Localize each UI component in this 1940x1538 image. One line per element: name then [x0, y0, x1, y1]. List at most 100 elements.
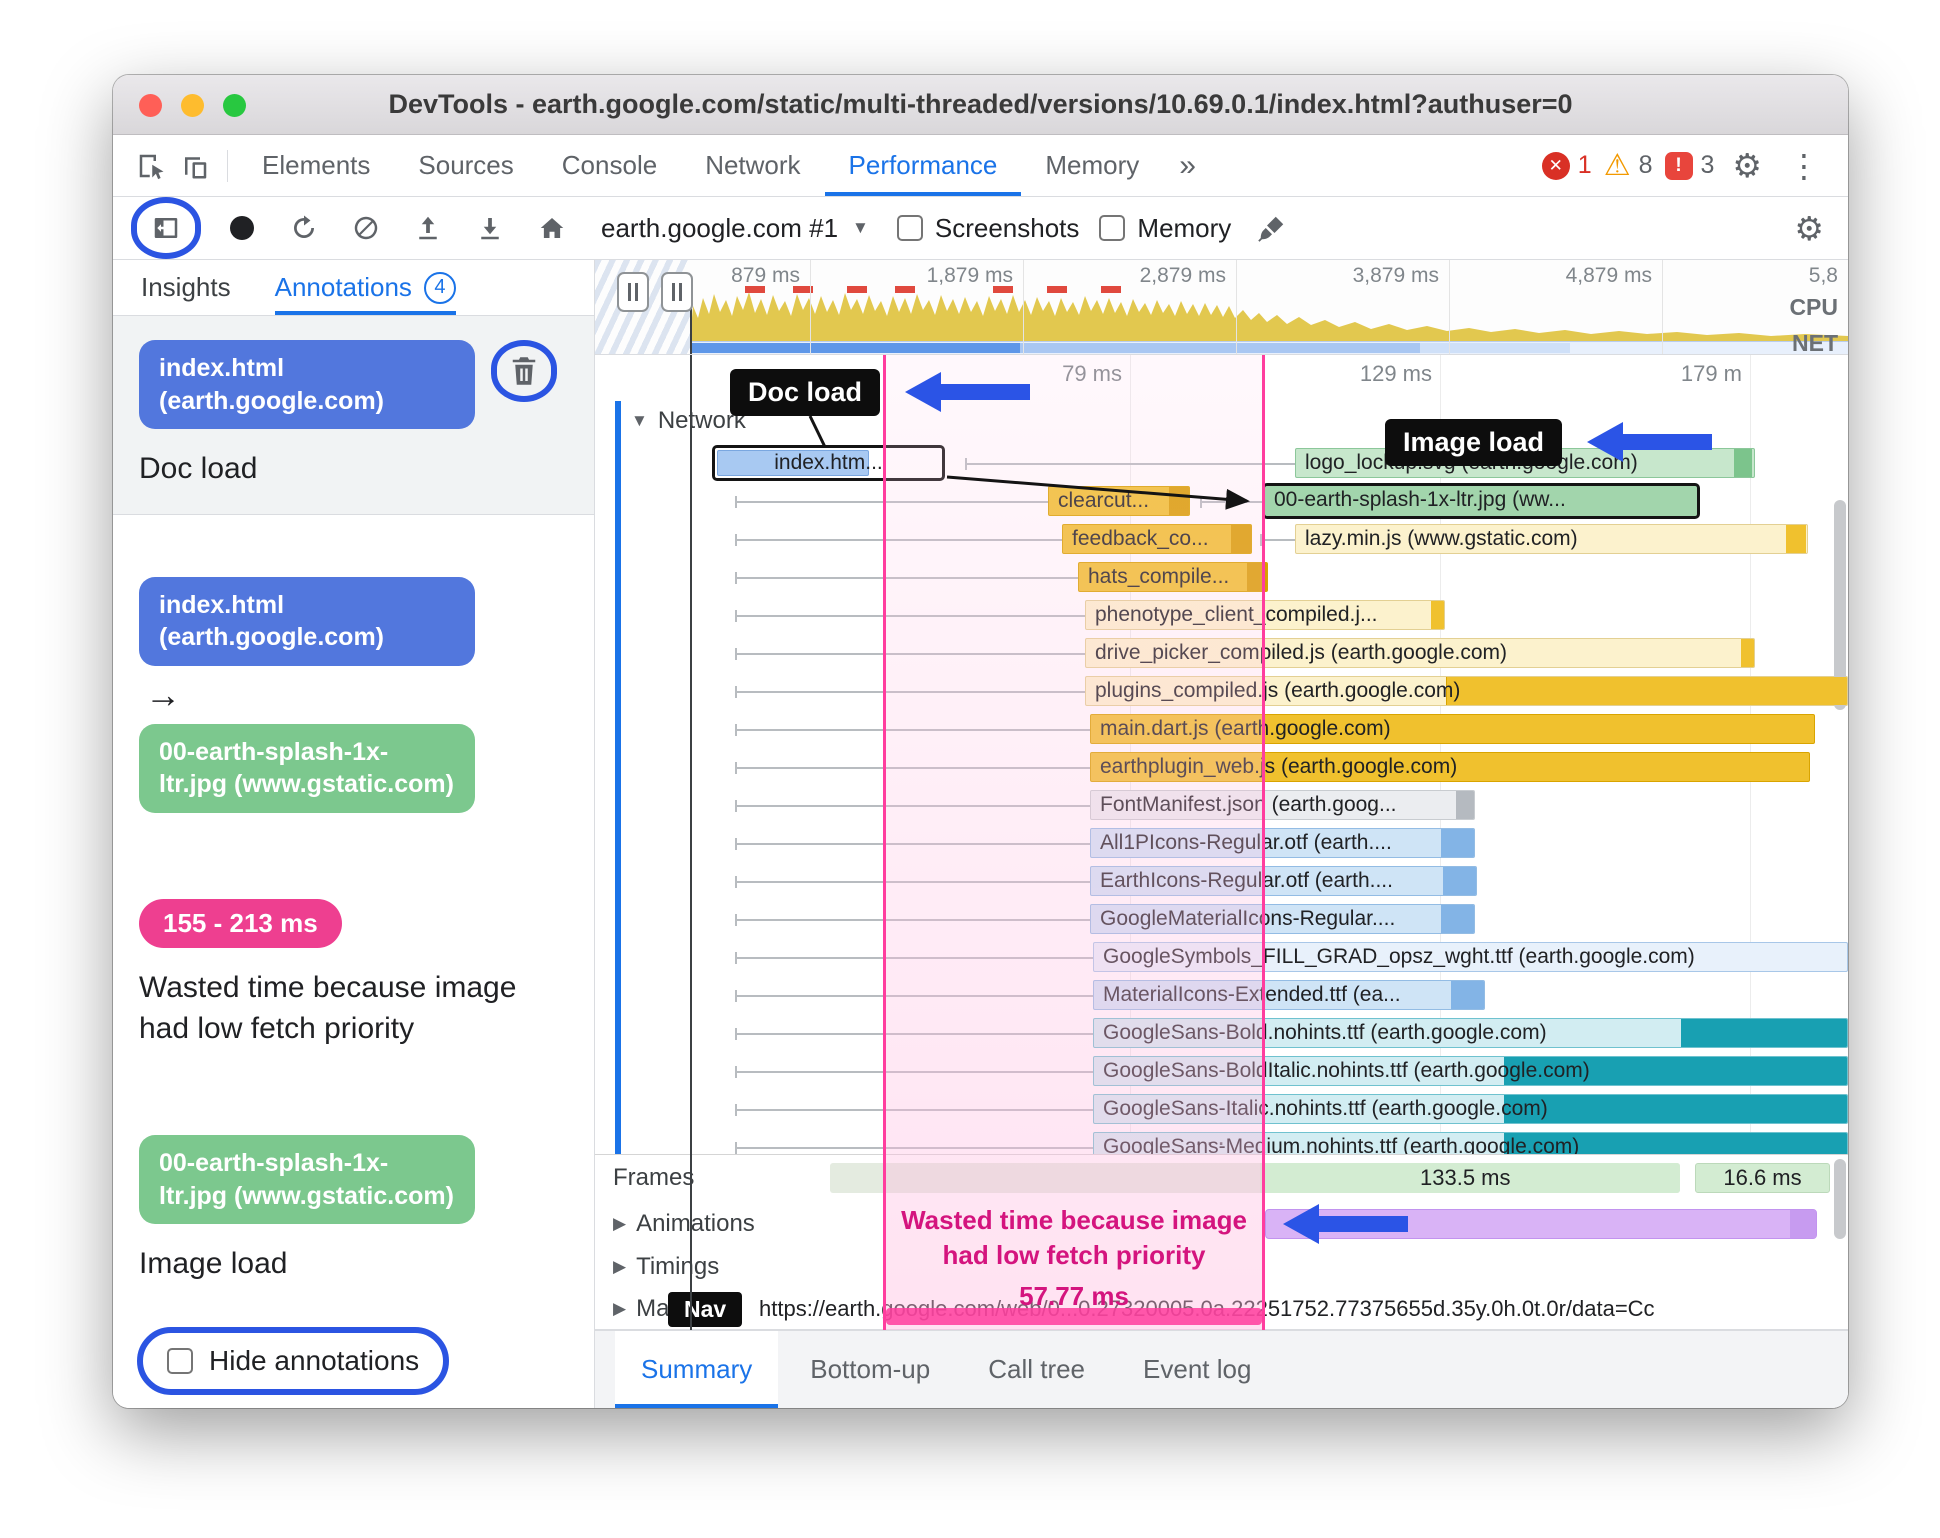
network-request[interactable]: earthplugin_web.js (earth.google.com): [1090, 752, 1810, 782]
network-request[interactable]: clearcut...: [1048, 486, 1190, 516]
network-request[interactable]: lazy.min.js (www.gstatic.com): [1295, 524, 1808, 554]
network-request[interactable]: index.htm...: [712, 445, 945, 481]
expand-triangle-icon[interactable]: ▶: [613, 1214, 626, 1234]
annotation-card-doc-load[interactable]: index.html (earth.google.com) Doc load: [113, 316, 594, 515]
kebab-menu-icon[interactable]: ⋮: [1780, 147, 1828, 185]
tracks-scrollbar-thumb[interactable]: [1834, 1159, 1846, 1239]
tab-network[interactable]: Network: [681, 135, 824, 196]
frames-track[interactable]: Frames 133.5 ms 16.6 ms: [595, 1155, 1848, 1201]
request-label: FontManifest.json (earth.goog...: [1100, 793, 1397, 816]
overview-tick-label: 2,879 ms: [1139, 264, 1226, 287]
settings-gear-icon[interactable]: ⚙: [1726, 149, 1768, 182]
annotation-card-wasted-time[interactable]: 155 - 213 ms Wasted time because image h…: [113, 875, 594, 1074]
timeline-overview[interactable]: CPU NET 879 ms 1,879 ms 2,879 ms 3,879 ms 4,…: [595, 260, 1848, 355]
annotation-card-link[interactable]: index.html (earth.google.com) → 00-earth…: [113, 553, 594, 837]
annotation-pill[interactable]: 00-earth-splash-1x-ltr.jpg (www.gstatic.…: [139, 1135, 475, 1225]
annotation-pill[interactable]: index.html (earth.google.com): [139, 340, 475, 429]
network-request[interactable]: MaterialIcons-Extended.ttf (ea...: [1093, 980, 1485, 1010]
gc-brush-icon[interactable]: [1251, 207, 1293, 249]
network-request[interactable]: plugins_compiled.js (earth.google.com): [1085, 676, 1848, 706]
expand-triangle-icon[interactable]: ▶: [613, 1257, 626, 1277]
tab-annotations[interactable]: Annotations 4: [275, 260, 456, 315]
request-label: clearcut...: [1058, 489, 1150, 512]
network-request[interactable]: GoogleSymbols_FILL_GRAD_opsz_wght.ttf (e…: [1093, 942, 1848, 972]
clear-recording-icon[interactable]: [345, 207, 387, 249]
request-whisker: [735, 990, 1093, 1002]
frame-bar[interactable]: 133.5 ms: [830, 1163, 1680, 1193]
network-request[interactable]: GoogleSans-Bold.nohints.ttf (earth.googl…: [1093, 1018, 1848, 1048]
tab-elements[interactable]: Elements: [238, 135, 394, 196]
network-request[interactable]: GoogleMaterialIcons-Regular....: [1090, 904, 1475, 934]
request-whisker: [735, 1142, 1093, 1154]
network-request[interactable]: drive_picker_compiled.js (earth.google.c…: [1085, 638, 1755, 668]
tab-event-log[interactable]: Event log: [1117, 1331, 1277, 1408]
annotation-card-image-load[interactable]: 00-earth-splash-1x-ltr.jpg (www.gstatic.…: [113, 1111, 594, 1309]
network-request[interactable]: GoogleSans-Medium.nohints.ttf (earth.goo…: [1093, 1132, 1848, 1154]
trash-icon[interactable]: [509, 354, 539, 388]
home-icon[interactable]: [531, 207, 573, 249]
request-label: GoogleSymbols_FILL_GRAD_opsz_wght.ttf (e…: [1103, 945, 1695, 968]
network-request[interactable]: 00-earth-splash-1x-ltr.jpg (ww...: [1262, 483, 1700, 519]
animations-track[interactable]: ▶ Animations: [595, 1201, 1848, 1247]
devtools-tabbar: Elements Sources Console Network Perform…: [113, 135, 1848, 197]
toggle-sidebar-icon[interactable]: [145, 207, 187, 249]
tab-sources[interactable]: Sources: [394, 135, 537, 196]
network-request[interactable]: main.dart.js (earth.google.com): [1090, 714, 1815, 744]
issues-badge[interactable]: ! 3: [1664, 151, 1714, 180]
network-overview-segment: [1420, 343, 1570, 353]
annotation-pill[interactable]: index.html (earth.google.com): [139, 576, 475, 666]
network-request[interactable]: feedback_co...: [1062, 524, 1252, 554]
hide-annotations-checkbox[interactable]: [167, 1347, 193, 1374]
memory-checkbox[interactable]: Memory: [1099, 213, 1231, 244]
download-profile-icon[interactable]: [469, 207, 511, 249]
screen: DevTools - earth.google.com/static/multi…: [0, 0, 1940, 1538]
record-button[interactable]: [221, 207, 263, 249]
capture-settings-gear-icon[interactable]: ⚙: [1788, 212, 1830, 245]
tab-memory[interactable]: Memory: [1021, 135, 1163, 196]
error-badge[interactable]: ✕ 1: [1541, 151, 1592, 180]
main-thread-track[interactable]: ▶ Ma... Nav https://earth.google.com/web…: [595, 1287, 1848, 1330]
close-button[interactable]: [139, 94, 162, 117]
more-tabs-icon[interactable]: »: [1163, 135, 1212, 196]
cpu-activity-chart: [690, 292, 1848, 341]
tab-bottom-up[interactable]: Bottom-up: [784, 1331, 956, 1408]
network-request[interactable]: logo_lockup.svg (earth.google.com): [1295, 448, 1755, 478]
overview-tick-label: 3,879 ms: [1352, 264, 1439, 287]
warning-badge[interactable]: ⚠ 8: [1604, 150, 1653, 181]
expand-triangle-icon[interactable]: ▶: [613, 1299, 626, 1319]
timeline-tick-label: 179 m: [1680, 361, 1742, 386]
request-whisker: [735, 572, 1078, 584]
minimize-button[interactable]: [181, 94, 204, 117]
inspect-element-icon[interactable]: [129, 144, 173, 188]
zoom-button[interactable]: [223, 94, 246, 117]
request-label: 00-earth-splash-1x-ltr.jpg (ww...: [1274, 488, 1566, 511]
screenshots-checkbox[interactable]: Screenshots: [896, 212, 1080, 244]
request-whisker: [735, 648, 1085, 660]
network-request[interactable]: GoogleSans-BoldItalic.nohints.ttf (earth…: [1093, 1056, 1848, 1086]
tab-console[interactable]: Console: [538, 135, 681, 196]
annotation-pill[interactable]: 00-earth-splash-1x-ltr.jpg (www.gstatic.…: [139, 723, 475, 813]
network-request[interactable]: EarthIcons-Regular.otf (earth....: [1090, 866, 1477, 896]
tab-summary[interactable]: Summary: [615, 1331, 779, 1408]
network-request[interactable]: FontManifest.json (earth.goog...: [1090, 790, 1475, 820]
network-request[interactable]: hats_compile...: [1078, 562, 1268, 592]
tab-call-tree[interactable]: Call tree: [962, 1331, 1111, 1408]
network-request[interactable]: GoogleSans-Italic.nohints.ttf (earth.goo…: [1093, 1094, 1848, 1124]
tab-performance[interactable]: Performance: [825, 135, 1022, 196]
network-waterfall[interactable]: ▼ Network index.htm... logo_lockup.svg (e…: [595, 355, 1848, 1155]
screenshots-label: Screenshots: [934, 212, 1080, 243]
overview-window-handle-left[interactable]: [617, 272, 649, 312]
request-label: main.dart.js (earth.google.com): [1100, 717, 1391, 740]
frame-bar[interactable]: 16.6 ms: [1695, 1163, 1830, 1193]
annotation-range-pill[interactable]: 155 - 213 ms: [139, 898, 342, 949]
network-request[interactable]: phenotype_client_compiled.j...: [1085, 600, 1445, 630]
upload-profile-icon[interactable]: [407, 207, 449, 249]
annotation-circle: [131, 197, 201, 259]
device-toolbar-icon[interactable]: [173, 144, 217, 188]
tab-insights[interactable]: Insights: [141, 260, 231, 315]
animation-bar[interactable]: [1265, 1209, 1817, 1239]
network-request[interactable]: All1PIcons-Regular.otf (earth....: [1090, 828, 1475, 858]
target-selector[interactable]: earth.google.com #1 ▼: [593, 213, 877, 244]
timings-track[interactable]: ▶ Timings: [595, 1247, 1848, 1287]
reload-and-record-button[interactable]: [283, 207, 325, 249]
